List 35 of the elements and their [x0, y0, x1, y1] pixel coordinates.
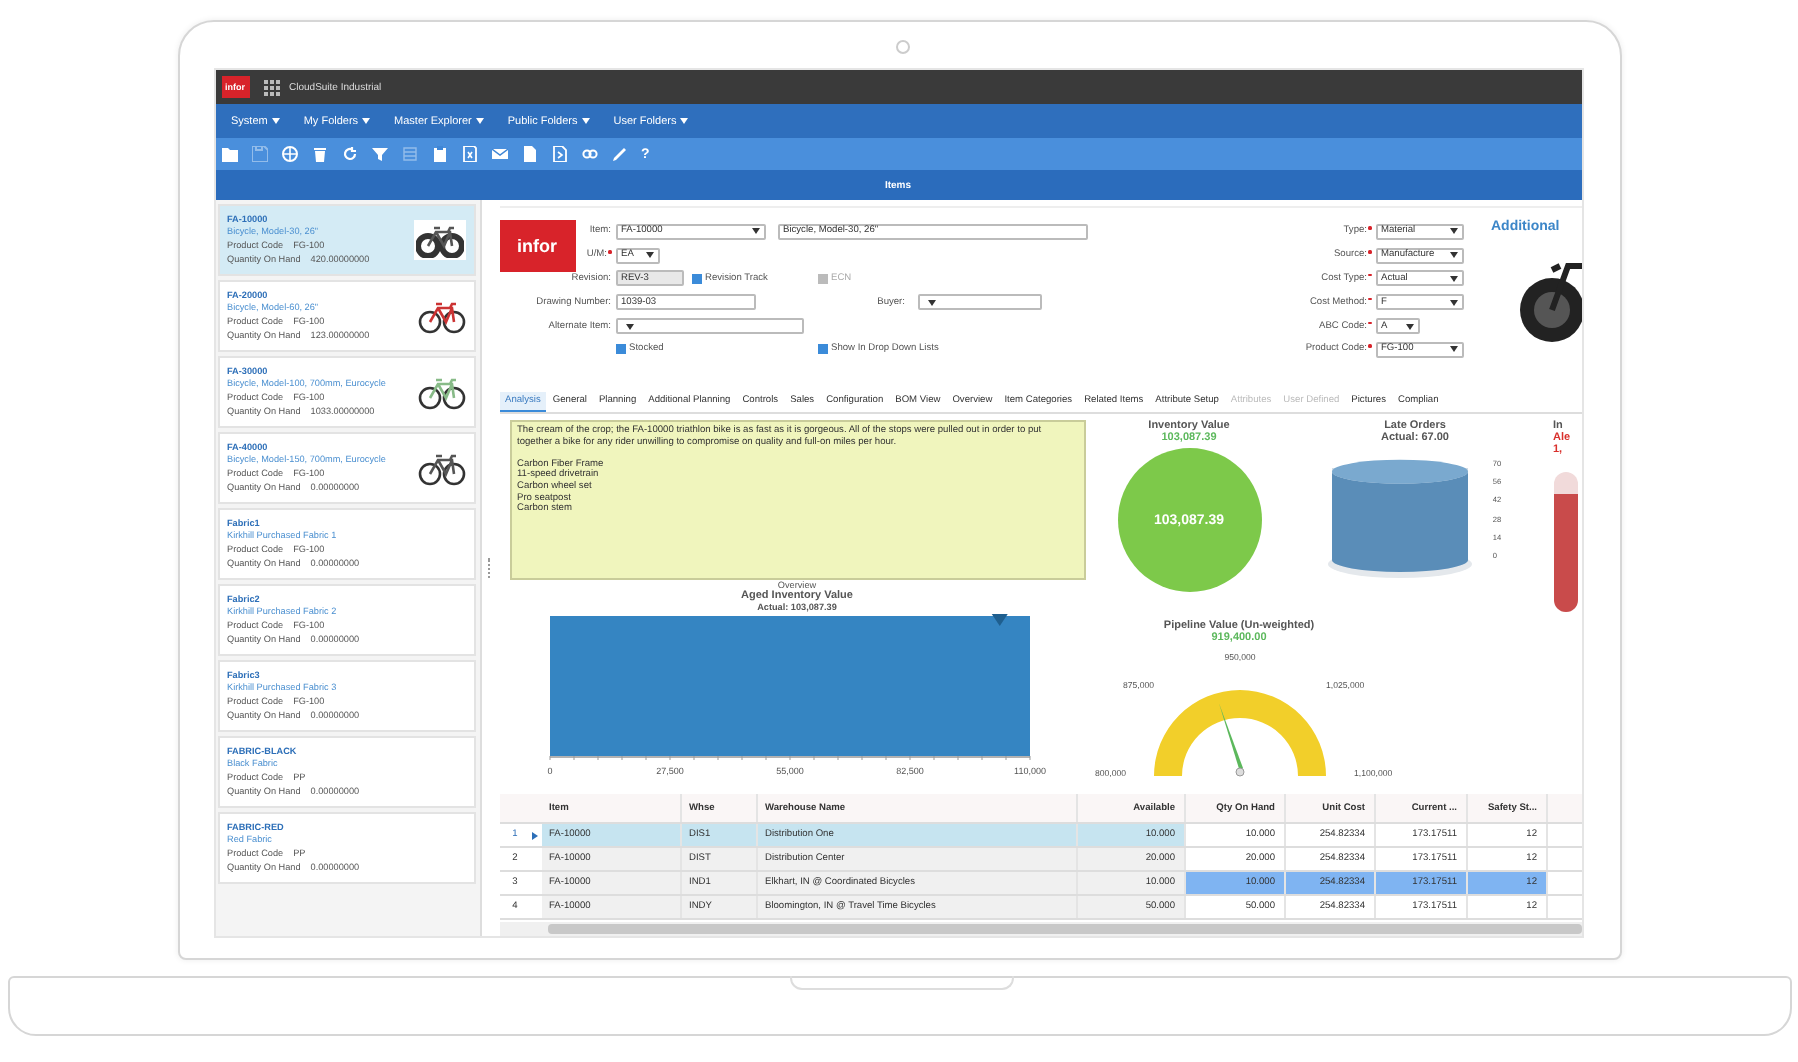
export-icon[interactable]: [551, 146, 567, 162]
horizontal-scrollbar[interactable]: [499, 922, 1581, 936]
caret-icon: [362, 118, 371, 124]
spreadsheet-icon[interactable]: [461, 146, 477, 162]
pencil-icon[interactable]: [611, 146, 627, 162]
document-icon[interactable]: [521, 146, 537, 162]
filter-icon[interactable]: [371, 146, 387, 162]
buyer-select[interactable]: [917, 294, 1041, 311]
splitter-handle[interactable]: [487, 558, 493, 578]
folder-icon[interactable]: [221, 146, 237, 162]
link-icon[interactable]: [581, 146, 597, 162]
caret-icon: [1449, 228, 1457, 235]
caret-icon: [475, 118, 484, 124]
caret-icon: [1449, 299, 1457, 306]
trash-icon[interactable]: [311, 146, 327, 162]
refresh-icon[interactable]: [341, 146, 357, 162]
clipboard-icon[interactable]: [431, 146, 447, 162]
caret-icon: [1449, 275, 1457, 282]
current-row-icon: [531, 831, 537, 839]
infor-logo: infor: [499, 220, 575, 272]
app-grid-icon[interactable]: [263, 79, 279, 95]
caret-icon: [1449, 346, 1457, 353]
caret-icon: [1405, 323, 1413, 330]
caret-icon: [581, 118, 590, 124]
caret-icon: [271, 118, 280, 124]
mail-icon[interactable]: [491, 146, 507, 162]
caret-icon: [680, 118, 689, 124]
camera-dot: [895, 40, 909, 54]
caret-icon: [927, 299, 935, 306]
caret-icon: [1449, 252, 1457, 259]
caret-icon: [751, 228, 759, 235]
caret-icon: [645, 252, 653, 259]
alternate-item-select[interactable]: [615, 318, 803, 335]
globe-icon[interactable]: [281, 146, 297, 162]
caret-icon: [625, 323, 633, 330]
